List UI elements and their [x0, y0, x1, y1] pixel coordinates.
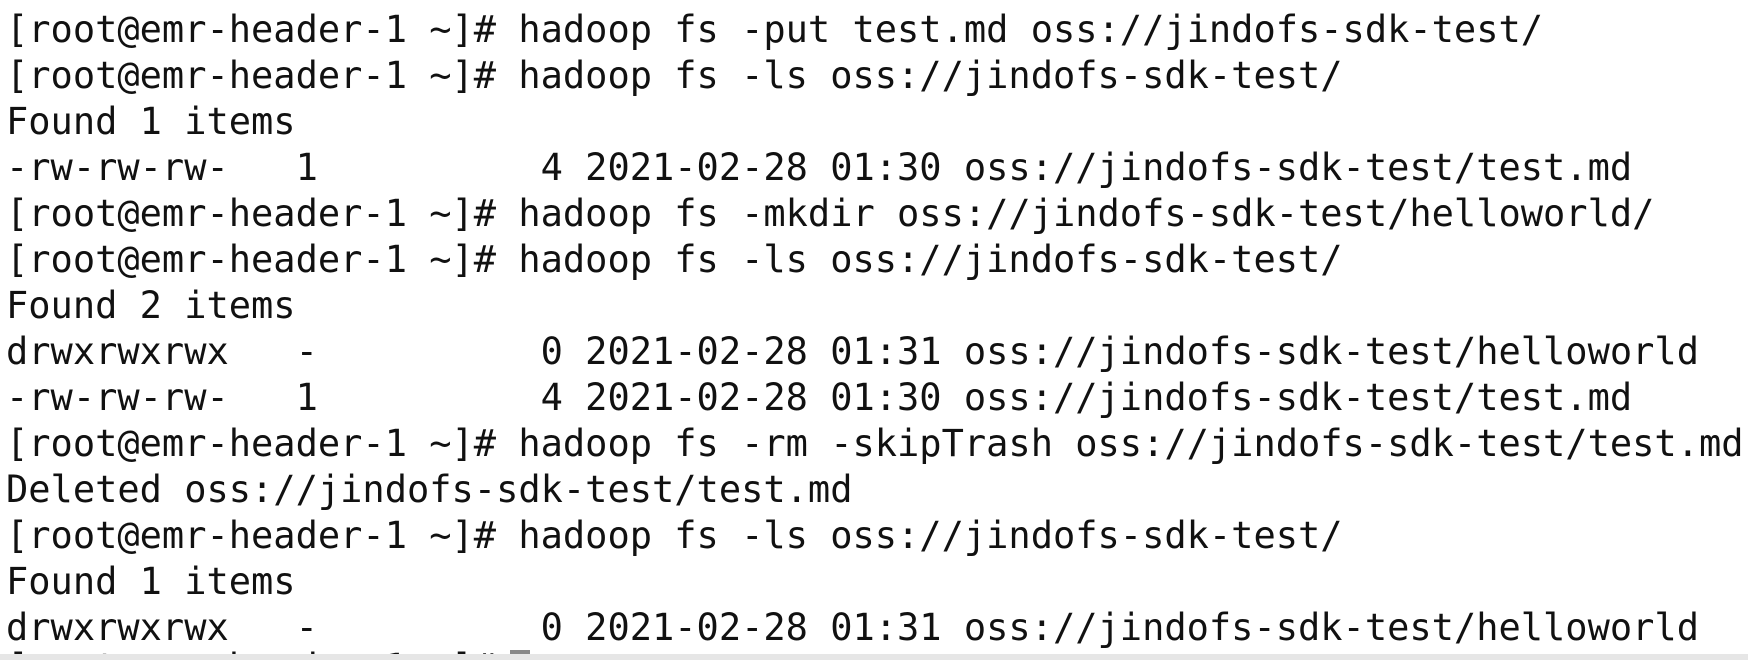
terminal-line-mkdir-command: [root@emr-header-1 ~]# hadoop fs -mkdir …: [6, 192, 1655, 235]
terminal-line-directory-entry: drwxrwxrwx - 0 2021-02-28 01:31 oss://ji…: [6, 330, 1699, 373]
terminal-line-file-entry: -rw-rw-rw- 1 4 2021-02-28 01:30 oss://ji…: [6, 376, 1633, 419]
terminal-line-ls-command: [root@emr-header-1 ~]# hadoop fs -ls oss…: [6, 514, 1343, 557]
terminal-line-found-items: Found 2 items: [6, 284, 296, 327]
terminal-window[interactable]: [root@emr-header-1 ~]# hadoop fs -put te…: [0, 0, 1748, 660]
terminal-line-put-command: [root@emr-header-1 ~]# hadoop fs -put te…: [6, 8, 1544, 51]
terminal-line-rm-command: [root@emr-header-1 ~]# hadoop fs -rm -sk…: [6, 422, 1744, 465]
terminal-line-ls-command: [root@emr-header-1 ~]# hadoop fs -ls oss…: [6, 54, 1343, 97]
terminal-line-deleted-message: Deleted oss://jindofs-sdk-test/test.md: [6, 468, 853, 511]
terminal-line-ls-command: [root@emr-header-1 ~]# hadoop fs -ls oss…: [6, 238, 1343, 281]
terminal-line-file-entry: -rw-rw-rw- 1 4 2021-02-28 01:30 oss://ji…: [6, 146, 1633, 189]
terminal-line-found-items: Found 1 items: [6, 560, 296, 603]
terminal-output: [root@emr-header-1 ~]# hadoop fs -put te…: [6, 7, 1744, 651]
terminal-line-found-items: Found 1 items: [6, 100, 296, 143]
terminal-bottom-edge: [0, 654, 1748, 660]
